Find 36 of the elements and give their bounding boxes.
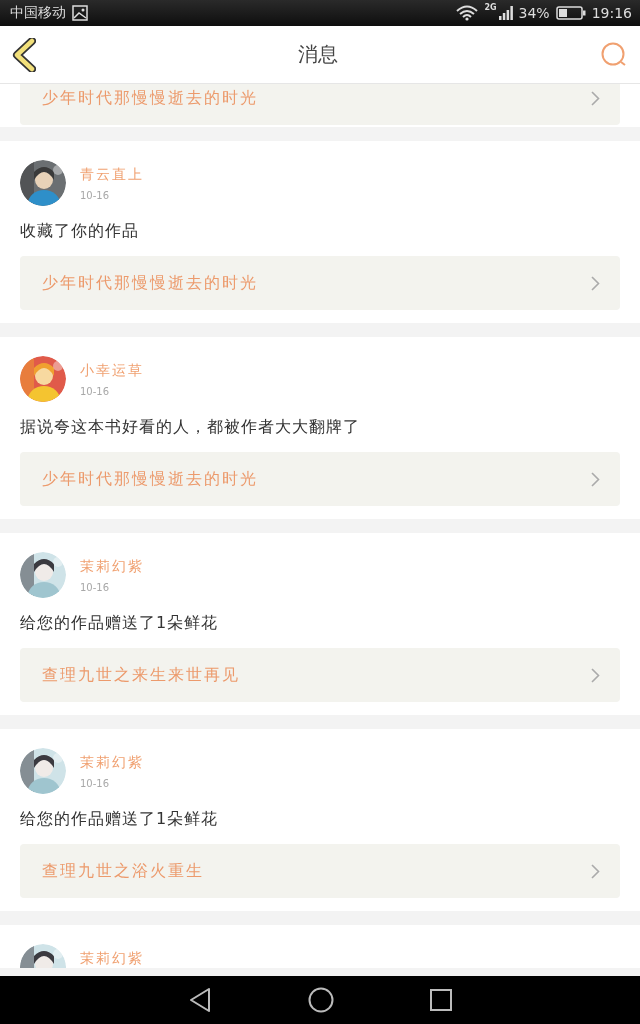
- work-link[interactable]: 少年时代那慢慢逝去的时光: [20, 256, 620, 310]
- chevron-right-icon: [591, 471, 600, 487]
- work-link[interactable]: 少年时代那慢慢逝去的时光: [20, 84, 620, 125]
- back-icon[interactable]: [188, 987, 212, 1013]
- message-text: 据说夸这本书好看的人，都被作者大大翻牌了: [20, 417, 361, 438]
- user-name[interactable]: 茉莉幻紫: [80, 558, 144, 576]
- work-link[interactable]: 少年时代那慢慢逝去的时光: [20, 452, 620, 506]
- message-date: 10-16: [80, 582, 111, 593]
- message-date: 10-16: [80, 386, 111, 397]
- chevron-right-icon: [591, 275, 600, 291]
- chevron-right-icon: [591, 863, 600, 879]
- user-name[interactable]: 青云直上: [80, 166, 144, 184]
- back-icon[interactable]: [12, 37, 36, 72]
- message-text: 给您的作品赠送了1朵鲜花: [20, 613, 220, 634]
- page-title: 消息: [298, 41, 338, 68]
- user-name[interactable]: 茉莉幻紫: [80, 950, 144, 968]
- message-date: 10-16: [80, 190, 111, 201]
- work-link[interactable]: 查理九世之浴火重生: [20, 844, 620, 898]
- home-icon[interactable]: [308, 987, 334, 1013]
- user-name[interactable]: 茉莉幻紫: [80, 754, 144, 772]
- wifi-icon: [456, 5, 479, 21]
- clock-time: 19:16: [591, 5, 632, 21]
- carrier-name: 中国移动: [10, 4, 66, 22]
- message-text: 给您的作品赠送了1朵鲜花: [20, 809, 220, 830]
- battery-icon: [555, 6, 586, 20]
- network-label: 2G: [484, 3, 497, 12]
- work-link[interactable]: 查理九世之来生来世再见: [20, 648, 620, 702]
- recent-apps-icon[interactable]: [430, 989, 452, 1011]
- chevron-right-icon: [591, 90, 600, 106]
- chevron-right-icon: [591, 667, 600, 683]
- message-text: 收藏了你的作品: [20, 221, 140, 242]
- signal-icon: [498, 6, 513, 20]
- battery-percent: 34%: [518, 5, 550, 21]
- image-icon: [72, 5, 88, 21]
- user-name[interactable]: 小幸运草: [80, 362, 144, 380]
- message-date: 10-16: [80, 778, 111, 789]
